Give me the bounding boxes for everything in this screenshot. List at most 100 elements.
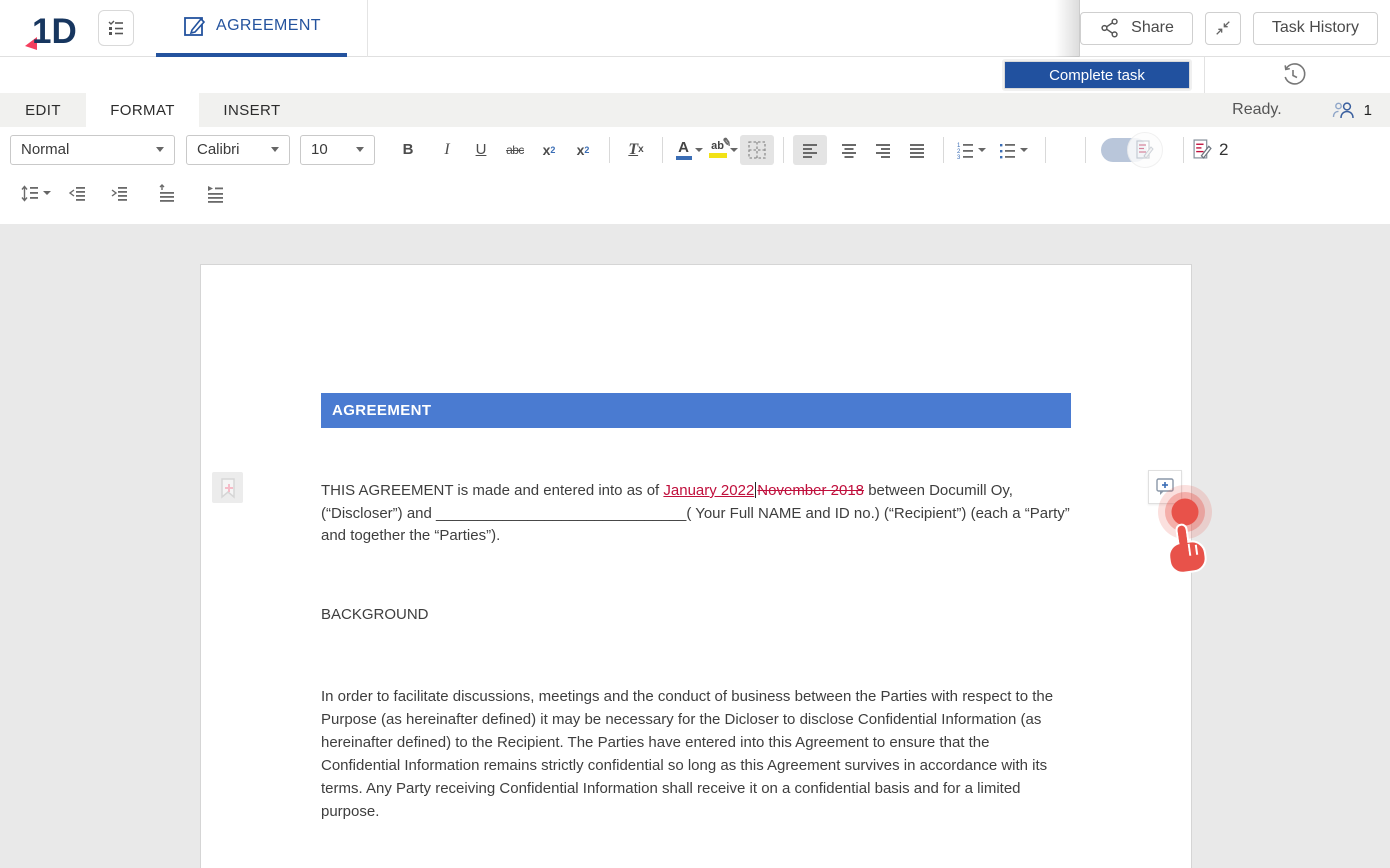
share-label: Share	[1131, 19, 1174, 37]
indent-button[interactable]	[102, 178, 136, 208]
subscript-sub: 2	[584, 145, 589, 155]
highlight-color-button[interactable]: ab✎	[706, 135, 740, 165]
paragraph-style-select[interactable]: Normal	[10, 135, 175, 165]
bold-glyph: B	[403, 141, 414, 158]
text-color-glyph: A	[678, 140, 689, 155]
clear-formatting-x: x	[638, 144, 644, 155]
spacing-before-button[interactable]	[150, 178, 184, 208]
highlight-pen-icon: ✎	[721, 137, 732, 149]
first-line-indent-button[interactable]	[198, 178, 232, 208]
font-size-select[interactable]: 10	[300, 135, 375, 165]
task-list-button[interactable]	[98, 10, 134, 46]
font-family-select[interactable]: Calibri	[186, 135, 290, 165]
track-changes-list-button[interactable]: 2	[1193, 135, 1228, 165]
align-right-icon	[873, 140, 893, 160]
subscript-button[interactable]: x2	[566, 135, 600, 165]
tab-format[interactable]: FORMAT	[86, 93, 199, 127]
chevron-down-icon	[1020, 148, 1028, 152]
chevron-down-icon	[730, 148, 738, 152]
toolbar-divider	[1045, 137, 1046, 163]
borders-button[interactable]	[740, 135, 774, 165]
topbar-separator	[367, 0, 368, 57]
panel-shadow	[1055, 0, 1080, 57]
topbar-right-panel: Share Task History	[1079, 0, 1390, 57]
outdent-icon	[67, 183, 87, 203]
status-area: Ready. 1	[1232, 101, 1390, 119]
add-comment-button[interactable]	[1148, 470, 1182, 504]
align-center-icon	[839, 140, 859, 160]
toolbar-divider	[609, 137, 610, 163]
numbered-list-button[interactable]: 123	[953, 135, 987, 165]
track-changes-icon	[1193, 139, 1212, 160]
history-button[interactable]	[1278, 60, 1308, 90]
document-page[interactable]: AGREEMENT THIS AGREEMENT is made and ent…	[200, 264, 1192, 868]
line-spacing-button[interactable]	[18, 178, 52, 208]
underline-button[interactable]: U	[464, 135, 498, 165]
p1-pre: THIS AGREEMENT is made and entered into …	[321, 482, 663, 499]
borders-icon	[747, 140, 767, 160]
chevron-down-icon	[695, 148, 703, 152]
first-line-indent-icon	[205, 183, 225, 203]
align-justify-button[interactable]	[900, 135, 934, 165]
complete-task-button[interactable]: Complete task	[1004, 61, 1190, 89]
toolbar-divider	[943, 137, 944, 163]
chevron-down-icon	[271, 147, 279, 152]
add-bookmark-button[interactable]	[212, 472, 243, 503]
user-count: 1	[1364, 102, 1372, 119]
tab-edit[interactable]: EDIT	[0, 93, 86, 127]
text-color-button[interactable]: A	[672, 135, 706, 165]
italic-glyph: I	[444, 141, 449, 159]
superscript-exp: 2	[550, 145, 555, 155]
task-history-button[interactable]: Task History	[1253, 12, 1378, 45]
track-changes-toggle[interactable]	[1101, 138, 1147, 162]
font-size-value: 10	[311, 141, 328, 158]
menu-tab-bar: EDIT FORMAT INSERT Ready. 1	[0, 93, 1390, 127]
track-changes-count: 2	[1219, 140, 1228, 160]
page-content: AGREEMENT THIS AGREEMENT is made and ent…	[201, 265, 1191, 823]
bookmark-add-icon	[218, 477, 238, 499]
tab-insert[interactable]: INSERT	[199, 93, 305, 127]
document-tab-agreement[interactable]: AGREEMENT	[156, 0, 347, 57]
share-button[interactable]: Share	[1080, 12, 1193, 45]
align-left-button[interactable]	[793, 135, 827, 165]
format-toolbar: Normal Calibri 10 B I U abc x2 x2 Tx A	[0, 127, 1390, 172]
tab-edit-label: EDIT	[25, 102, 61, 119]
toolbar-divider	[1183, 137, 1184, 163]
paragraph-toolbar	[0, 172, 1390, 224]
bold-button[interactable]: B	[391, 135, 425, 165]
superscript-glyph: x	[543, 142, 551, 158]
users-icon[interactable]	[1332, 101, 1356, 119]
align-center-button[interactable]	[832, 135, 866, 165]
line-spacing-icon	[20, 183, 40, 203]
spacing-before-icon	[157, 183, 177, 203]
bullet-list-icon	[997, 140, 1017, 160]
font-family-value: Calibri	[197, 141, 240, 158]
superscript-button[interactable]: x2	[532, 135, 566, 165]
chevron-down-icon	[356, 147, 364, 152]
toolbar-divider	[783, 137, 784, 163]
italic-button[interactable]: I	[430, 135, 464, 165]
align-justify-icon	[907, 140, 927, 160]
track-changes-toggle-badge	[1127, 132, 1163, 168]
align-left-icon	[800, 140, 820, 160]
clear-formatting-button[interactable]: Tx	[619, 135, 653, 165]
highlight-color-swatch	[709, 153, 727, 158]
paragraph-background[interactable]: In order to facilitate discussions, meet…	[321, 685, 1071, 823]
indent-icon	[109, 183, 129, 203]
strikethrough-button[interactable]: abc	[498, 135, 532, 165]
strikethrough-glyph: abc	[506, 143, 524, 157]
tracked-deletion[interactable]: November 2018	[757, 482, 864, 499]
top-bar: 1D AGREEMENT Share	[0, 0, 1390, 57]
documill-logo: 1D	[22, 6, 82, 50]
tracked-insertion[interactable]: January 2022	[663, 482, 754, 499]
bullet-list-button[interactable]	[995, 135, 1029, 165]
align-right-button[interactable]	[866, 135, 900, 165]
status-text: Ready.	[1232, 101, 1282, 119]
edit-document-icon	[182, 14, 206, 38]
task-history-label: Task History	[1272, 19, 1359, 37]
history-icon	[1280, 62, 1306, 88]
outdent-button[interactable]	[60, 178, 94, 208]
paragraph-intro[interactable]: THIS AGREEMENT is made and entered into …	[321, 480, 1071, 548]
collapse-button[interactable]	[1205, 12, 1241, 45]
svg-text:1D: 1D	[32, 12, 77, 50]
